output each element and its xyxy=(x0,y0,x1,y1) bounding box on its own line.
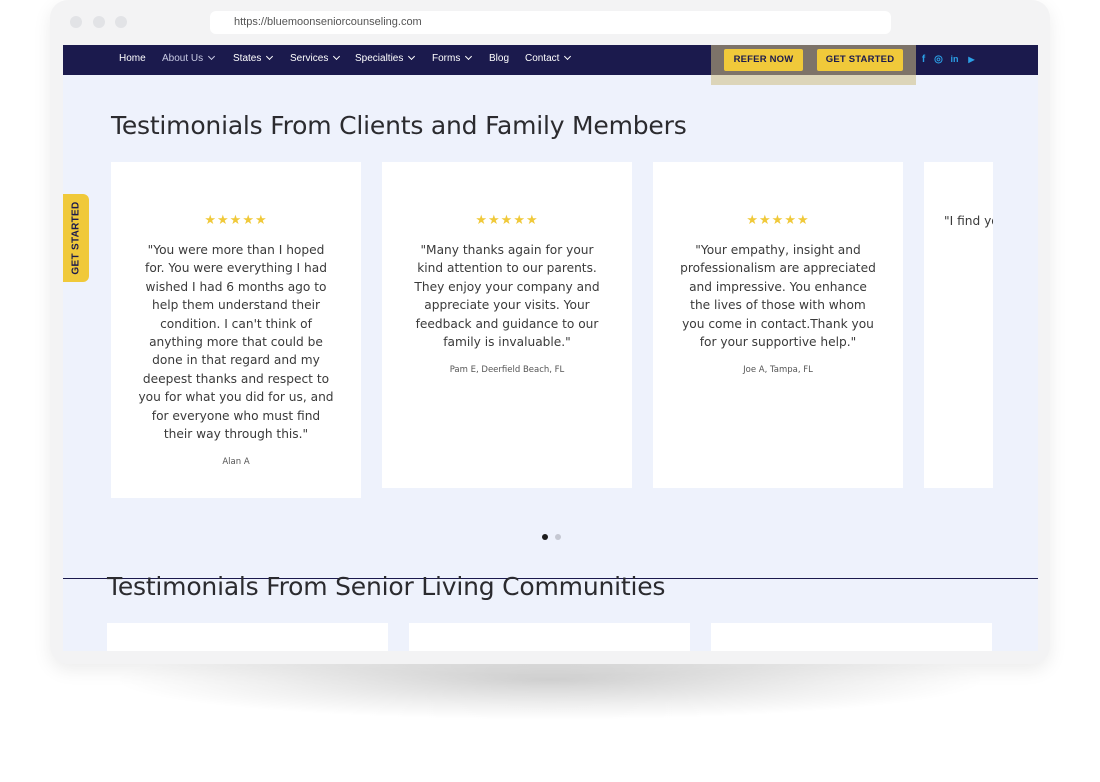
nav-item-states[interactable]: States xyxy=(233,45,274,75)
youtube-icon[interactable]: ▶ xyxy=(966,54,977,65)
chevron-down-icon xyxy=(266,52,274,61)
get-started-side-tab[interactable]: GET STARTED xyxy=(63,194,89,282)
nav-item-contact[interactable]: Contact xyxy=(525,45,572,75)
nav-item-about-us[interactable]: About Us xyxy=(162,45,216,75)
testimonial-quote: "I find you. I'm xyxy=(944,214,993,228)
testimonial-quote: "You were more than I hoped for. You wer… xyxy=(138,243,334,442)
chevron-down-icon xyxy=(564,52,572,61)
testimonial-card: ★★★★★ "Your empathy, insight and profess… xyxy=(653,162,903,488)
nav-label: Forms xyxy=(432,53,461,64)
carousel-dot-active[interactable] xyxy=(542,534,548,540)
nav-label: Contact xyxy=(525,53,560,64)
star-rating: ★★★★★ xyxy=(475,212,539,227)
chevron-down-icon xyxy=(333,52,341,61)
community-card xyxy=(711,623,992,651)
nav-label: Services xyxy=(290,53,329,64)
nav-label: About Us xyxy=(162,53,204,64)
nav-item-forms[interactable]: Forms xyxy=(432,45,473,75)
testimonial-quote: "Many thanks again for your kind attenti… xyxy=(414,243,600,350)
refer-now-button[interactable]: REFER NOW xyxy=(724,49,803,71)
window-maximize-dot[interactable] xyxy=(115,16,127,28)
nav-item-services[interactable]: Services xyxy=(290,45,341,75)
community-card xyxy=(409,623,690,651)
testimonial-card: ★★★★★ "Many thanks again for your kind a… xyxy=(382,162,632,488)
community-card xyxy=(107,623,388,651)
nav-item-home[interactable]: Home xyxy=(119,45,146,75)
chevron-down-icon xyxy=(208,52,216,61)
address-bar[interactable]: https://bluemoonseniorcounseling.com xyxy=(210,11,891,34)
nav-label: States xyxy=(233,53,262,64)
facebook-icon[interactable]: f xyxy=(918,54,929,65)
nav-label: Blog xyxy=(489,53,510,64)
browser-window: https://bluemoonseniorcounseling.com Hom… xyxy=(50,0,1050,664)
chevron-down-icon xyxy=(465,52,473,61)
nav-item-specialties[interactable]: Specialties xyxy=(355,45,416,75)
nav-label: Specialties xyxy=(355,53,404,64)
get-started-button[interactable]: GET STARTED xyxy=(817,49,903,71)
testimonial-author: Alan A xyxy=(222,457,250,468)
section-title-clients: Testimonials From Clients and Family Mem… xyxy=(111,111,687,140)
nav-item-blog[interactable]: Blog xyxy=(489,45,509,75)
testimonial-card: ★★★★★ "You were more than I hoped for. Y… xyxy=(111,162,361,498)
testimonial-quote: "Your empathy, insight and professionali… xyxy=(680,243,876,350)
star-rating: ★★★★★ xyxy=(746,212,810,227)
nav-label: Home xyxy=(119,53,146,64)
testimonial-author: Joe A, Tampa, FL xyxy=(743,365,813,376)
testimonial-author: Pam E, Deerfield Beach, FL xyxy=(449,365,565,376)
window-close-dot[interactable] xyxy=(70,16,82,28)
testimonial-card-partial: "I find you. I'm xyxy=(924,162,993,488)
testimonial-carousel: ★★★★★ "You were more than I hoped for. Y… xyxy=(111,162,993,502)
instagram-icon[interactable]: ◎ xyxy=(933,54,944,65)
side-tab-label: GET STARTED xyxy=(70,201,82,275)
window-minimize-dot[interactable] xyxy=(93,16,105,28)
linkedin-icon[interactable]: in xyxy=(949,54,960,65)
star-rating: ★★★★★ xyxy=(204,212,268,227)
chevron-down-icon xyxy=(408,52,416,61)
section-title-communities: Testimonials From Senior Living Communit… xyxy=(107,572,666,601)
page-viewport: Home About Us States Services Specialtie… xyxy=(63,45,1038,651)
carousel-dot[interactable] xyxy=(555,534,561,540)
